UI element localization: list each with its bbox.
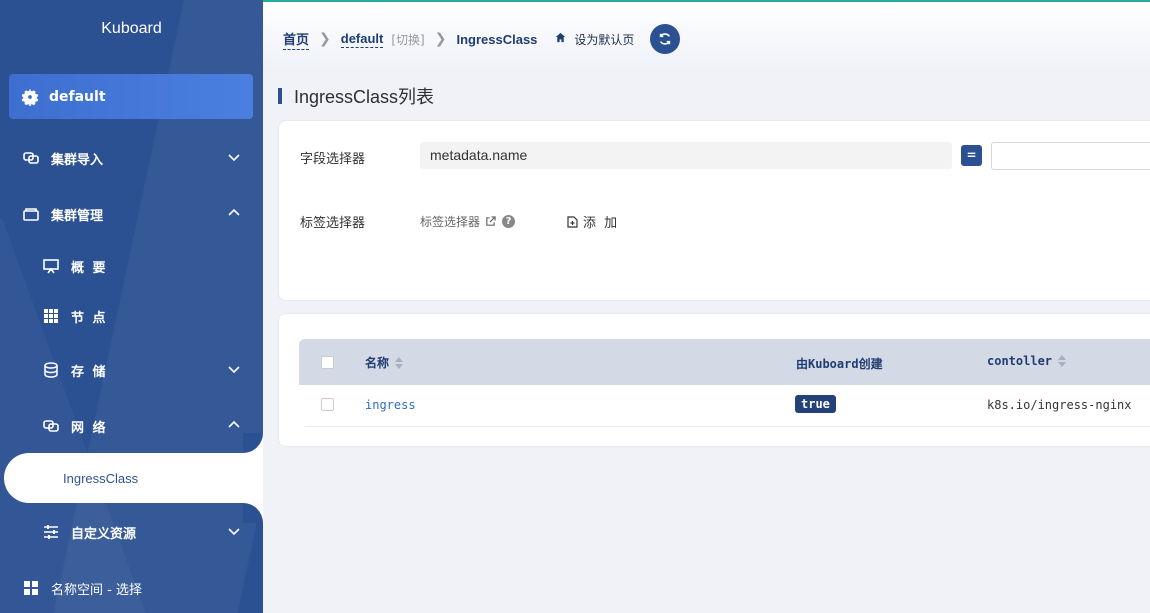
- help-icon[interactable]: ?: [502, 215, 516, 228]
- sidebar-item-label: 自定义资源: [71, 526, 137, 542]
- sidebar-item-label: 集群导入: [51, 152, 104, 168]
- page-title-text: IngressClass列表: [294, 87, 435, 107]
- field-selector-label: 字段选择器: [300, 152, 366, 167]
- sidebar-item-overview[interactable]: 概 要: [0, 246, 263, 286]
- sidebar-item-label: 概 要: [71, 260, 108, 276]
- sidebar-item-cluster-manage[interactable]: 集群管理: [0, 194, 263, 234]
- ingressclass-name-link[interactable]: ingress: [365, 398, 416, 412]
- sidebar-item-label: 集群管理: [51, 208, 104, 224]
- sidebar-item-network[interactable]: 网 络: [0, 406, 263, 446]
- chevron-down-icon: [227, 524, 243, 540]
- sort-icon: [1058, 355, 1067, 367]
- overview-icon: [42, 257, 60, 275]
- page-title: IngressClass列表: [278, 83, 434, 109]
- breadcrumb-switch[interactable]: [切换]: [391, 31, 424, 48]
- sidebar-item-label: 节 点: [71, 310, 108, 326]
- column-header-label: contoller: [987, 354, 1053, 368]
- sidebar-item-label: 存 储: [71, 364, 108, 380]
- sidebar: Kuboard default 集群导入 集群管理 概 要 节 点 存 储 网 …: [0, 0, 263, 613]
- label-selector-label: 标签选择器: [300, 216, 366, 231]
- external-link-icon: [485, 216, 496, 227]
- sidebar-item-label: 名称空间 - 选择: [51, 582, 142, 598]
- sidebar-item-label: IngressClass: [63, 470, 139, 486]
- field-selector-select[interactable]: metadata.name: [420, 142, 952, 169]
- set-default-label: 设为默认页: [574, 32, 635, 47]
- sidebar-item-storage[interactable]: 存 储: [0, 350, 263, 390]
- title-accent-bar: [278, 88, 282, 104]
- cluster-import-icon: [22, 149, 40, 167]
- filter-card: 字段选择器 metadata.name = 标签选择器 标签选择器 ? 添 加: [278, 120, 1150, 301]
- controller-value: k8s.io/ingress-nginx: [987, 398, 1132, 412]
- breadcrumb-cluster[interactable]: default: [340, 31, 384, 48]
- add-label-text: 添 加: [583, 216, 620, 231]
- operator-button[interactable]: =: [961, 145, 982, 166]
- column-header-label: 由Kuboard创建: [796, 357, 883, 371]
- sidebar-item-nodes[interactable]: 节 点: [0, 296, 263, 336]
- breadcrumb: 首页 ❯ default [切换] ❯ IngressClass 设为默认页: [283, 24, 681, 54]
- sort-icon: [395, 356, 404, 369]
- home-icon: [555, 32, 566, 46]
- sidebar-item-label: 网 络: [71, 420, 108, 436]
- cluster-manage-icon: [22, 205, 40, 223]
- column-header-name[interactable]: 名称: [365, 354, 404, 371]
- main-content: 首页 ❯ default [切换] ❯ IngressClass 设为默认页 I…: [263, 0, 1150, 613]
- namespace-icon: [22, 579, 40, 597]
- select-all-checkbox[interactable]: [321, 356, 334, 369]
- field-value-input[interactable]: [991, 142, 1150, 170]
- chevron-right-icon: ❯: [319, 31, 331, 47]
- active-notch: [243, 433, 263, 453]
- breadcrumb-current: IngressClass: [456, 31, 538, 47]
- cluster-selector[interactable]: default: [9, 74, 253, 119]
- gear-icon: [21, 88, 39, 106]
- column-header-controller[interactable]: contoller: [987, 354, 1067, 368]
- chevron-right-icon: ❯: [434, 31, 447, 47]
- row-checkbox[interactable]: [321, 398, 334, 411]
- chevron-up-icon: [227, 206, 243, 222]
- breadcrumb-home[interactable]: 首页: [283, 29, 310, 50]
- sidebar-item-ingressclass[interactable]: IngressClass: [4, 453, 263, 503]
- chevron-up-icon: [227, 418, 243, 434]
- status-badge: true: [795, 395, 836, 413]
- sidebar-item-custom-resources[interactable]: 自定义资源: [0, 512, 263, 552]
- chevron-down-icon: [227, 150, 243, 166]
- add-label-button[interactable]: 添 加: [567, 212, 619, 231]
- custom-resource-icon: [42, 523, 60, 541]
- refresh-button[interactable]: [650, 24, 681, 54]
- nodes-icon: [42, 307, 60, 325]
- chevron-down-icon: [227, 362, 243, 378]
- sidebar-item-cluster-import[interactable]: 集群导入: [0, 138, 263, 178]
- ingressclass-table: 名称 由Kuboard创建 contoller ingress true k8s…: [278, 313, 1150, 447]
- add-file-icon: [567, 215, 578, 228]
- storage-icon: [42, 361, 60, 379]
- table-row: ingress true k8s.io/ingress-nginx: [305, 385, 1150, 427]
- column-header-created-by-kuboard: 由Kuboard创建: [796, 355, 883, 372]
- cluster-name: default: [49, 88, 106, 105]
- label-selector-link-text: 标签选择器: [420, 215, 481, 229]
- top-bar: 首页 ❯ default [切换] ❯ IngressClass 设为默认页: [263, 0, 1150, 72]
- sidebar-item-namespace-select[interactable]: 名称空间 - 选择: [0, 568, 263, 608]
- network-icon: [42, 417, 60, 435]
- brand-title: Kuboard: [101, 20, 162, 37]
- table-header: 名称 由Kuboard创建 contoller: [299, 339, 1150, 385]
- refresh-icon: [658, 32, 672, 46]
- set-default-link[interactable]: 设为默认页: [555, 31, 634, 48]
- column-header-label: 名称: [365, 356, 390, 370]
- label-selector-link[interactable]: 标签选择器 ?: [420, 213, 516, 230]
